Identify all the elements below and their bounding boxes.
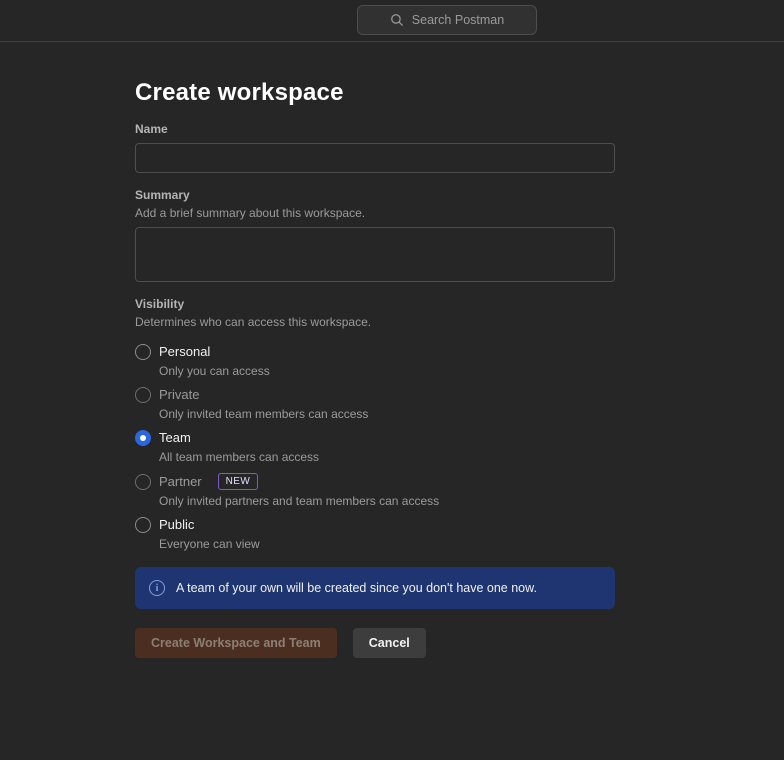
radio-icon[interactable] <box>135 517 151 533</box>
radio-option-label: Personal <box>159 344 210 360</box>
search-input[interactable]: Search Postman <box>357 5 537 35</box>
visibility-options: Personal Only you can access Private Onl… <box>135 344 615 551</box>
radio-option-row[interactable]: Partner NEW <box>135 473 615 490</box>
radio-option-row[interactable]: Public <box>135 517 615 533</box>
summary-description: Add a brief summary about this workspace… <box>135 206 615 221</box>
radio-option-label: Public <box>159 517 194 533</box>
search-placeholder: Search Postman <box>412 13 504 27</box>
summary-label: Summary <box>135 188 615 203</box>
visibility-option-private[interactable]: Private Only invited team members can ac… <box>135 387 615 421</box>
radio-option-label: Partner <box>159 474 202 490</box>
radio-option-description: Only invited team members can access <box>159 407 615 421</box>
visibility-option-public[interactable]: Public Everyone can view <box>135 517 615 551</box>
radio-option-description: All team members can access <box>159 450 615 464</box>
visibility-label: Visibility <box>135 297 615 312</box>
create-workspace-and-team-button[interactable]: Create Workspace and Team <box>135 628 337 658</box>
name-label: Name <box>135 122 615 137</box>
visibility-option-personal[interactable]: Personal Only you can access <box>135 344 615 378</box>
radio-icon[interactable] <box>135 387 151 403</box>
radio-option-label: Private <box>159 387 199 403</box>
info-icon: i <box>149 580 165 596</box>
visibility-option-team[interactable]: Team All team members can access <box>135 430 615 464</box>
radio-option-row[interactable]: Team <box>135 430 615 446</box>
radio-option-row[interactable]: Private <box>135 387 615 403</box>
action-buttons: Create Workspace and Team Cancel <box>135 628 615 658</box>
radio-icon[interactable] <box>135 474 151 490</box>
main-content: Create workspace Name Summary Add a brie… <box>0 78 615 658</box>
page-title: Create workspace <box>135 78 615 107</box>
radio-option-description: Everyone can view <box>159 537 615 551</box>
create-workspace-page: Search Postman Create workspace Name Sum… <box>0 0 784 760</box>
cancel-button[interactable]: Cancel <box>353 628 426 658</box>
search-icon <box>390 13 404 27</box>
visibility-description: Determines who can access this workspace… <box>135 315 615 330</box>
visibility-option-partner[interactable]: Partner NEW Only invited partners and te… <box>135 473 615 508</box>
radio-icon[interactable] <box>135 344 151 360</box>
banner-text: A team of your own will be created since… <box>176 581 537 595</box>
radio-option-description: Only you can access <box>159 364 615 378</box>
new-badge: NEW <box>218 473 259 490</box>
name-input[interactable] <box>135 143 615 173</box>
summary-input[interactable] <box>135 227 615 282</box>
top-bar: Search Postman <box>0 0 784 42</box>
radio-option-description: Only invited partners and team members c… <box>159 494 615 508</box>
radio-icon[interactable] <box>135 430 151 446</box>
info-banner: i A team of your own will be created sin… <box>135 567 615 609</box>
radio-option-label: Team <box>159 430 191 446</box>
radio-option-row[interactable]: Personal <box>135 344 615 360</box>
